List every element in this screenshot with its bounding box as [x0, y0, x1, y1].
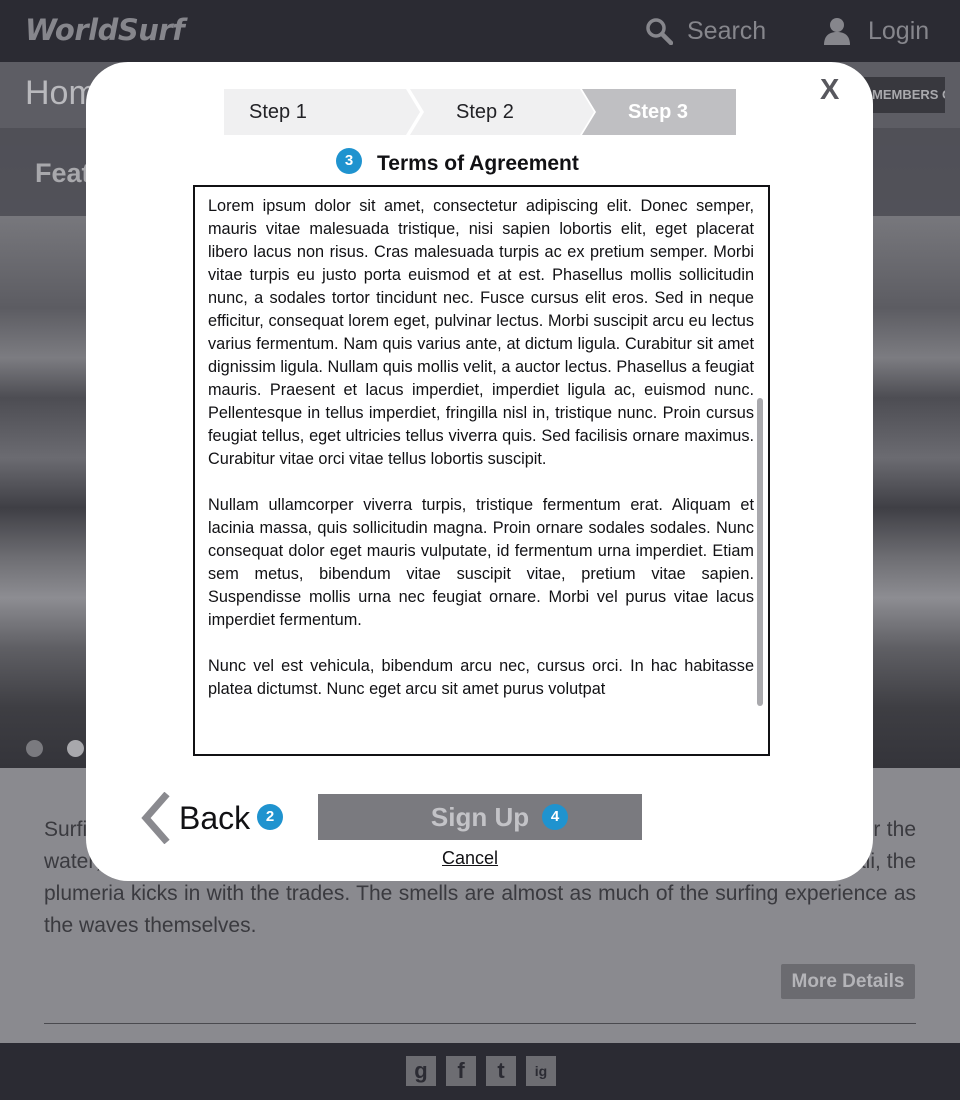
- step-3-label: Step 3: [628, 100, 689, 123]
- divider: [44, 1023, 916, 1024]
- carousel-dot-active[interactable]: [67, 740, 84, 757]
- instagram-icon[interactable]: ig: [526, 1056, 556, 1086]
- annotation-badge-3: 3: [336, 148, 362, 174]
- search-button[interactable]: Search: [645, 15, 766, 47]
- terms-scroll-box[interactable]: Lorem ipsum dolor sit amet, consectetur …: [193, 185, 770, 756]
- chevron-left-icon: [141, 792, 170, 844]
- sign-up-label: Sign Up: [430, 801, 530, 832]
- more-details-button[interactable]: More Details: [781, 964, 915, 999]
- footer: g f t ig: [0, 1043, 960, 1100]
- carousel-dot[interactable]: [26, 740, 43, 757]
- search-label: Search: [687, 16, 767, 45]
- login-button[interactable]: Login: [822, 15, 929, 47]
- sign-up-button[interactable]: Sign Up: [318, 794, 642, 840]
- terms-paragraph: Lorem ipsum dolor sit amet, consectetur …: [208, 197, 754, 468]
- step-3-current: Step 3: [582, 89, 736, 135]
- close-button[interactable]: X: [820, 74, 839, 107]
- step-2-label: Step 2: [456, 100, 514, 123]
- facebook-icon[interactable]: f: [446, 1056, 476, 1086]
- google-plus-icon[interactable]: g: [406, 1056, 436, 1086]
- step-progress: Step 1 Step 2 Step 3: [224, 89, 736, 135]
- terms-paragraph: Nullam ullamcorper viverra turpis, trist…: [208, 496, 754, 629]
- twitter-icon[interactable]: t: [486, 1056, 516, 1086]
- back-label: Back: [179, 799, 251, 836]
- search-icon: [646, 18, 673, 45]
- logo[interactable]: WorldSurf: [25, 13, 185, 47]
- top-navbar: WorldSurf Search Login: [0, 0, 960, 62]
- cancel-link[interactable]: Cancel: [442, 848, 498, 869]
- annotation-badge-2: 2: [257, 804, 283, 830]
- back-button[interactable]: Back: [141, 792, 251, 844]
- signup-modal: X Step 1 Step 2 Step 3 3 Terms of Agreem…: [86, 62, 873, 881]
- annotation-badge-4: 4: [542, 804, 568, 830]
- terms-text: Lorem ipsum dolor sit amet, consectetur …: [208, 195, 754, 724]
- user-icon: [824, 18, 850, 45]
- terms-scrollbar[interactable]: [757, 398, 763, 706]
- step-1-label: Step 1: [249, 100, 307, 123]
- terms-title: Terms of Agreement: [377, 152, 579, 175]
- step-2: Step 2: [410, 89, 594, 135]
- login-label: Login: [868, 16, 930, 45]
- step-1: Step 1: [224, 89, 420, 135]
- terms-paragraph: Nunc vel est vehicula, bibendum arcu nec…: [208, 657, 754, 698]
